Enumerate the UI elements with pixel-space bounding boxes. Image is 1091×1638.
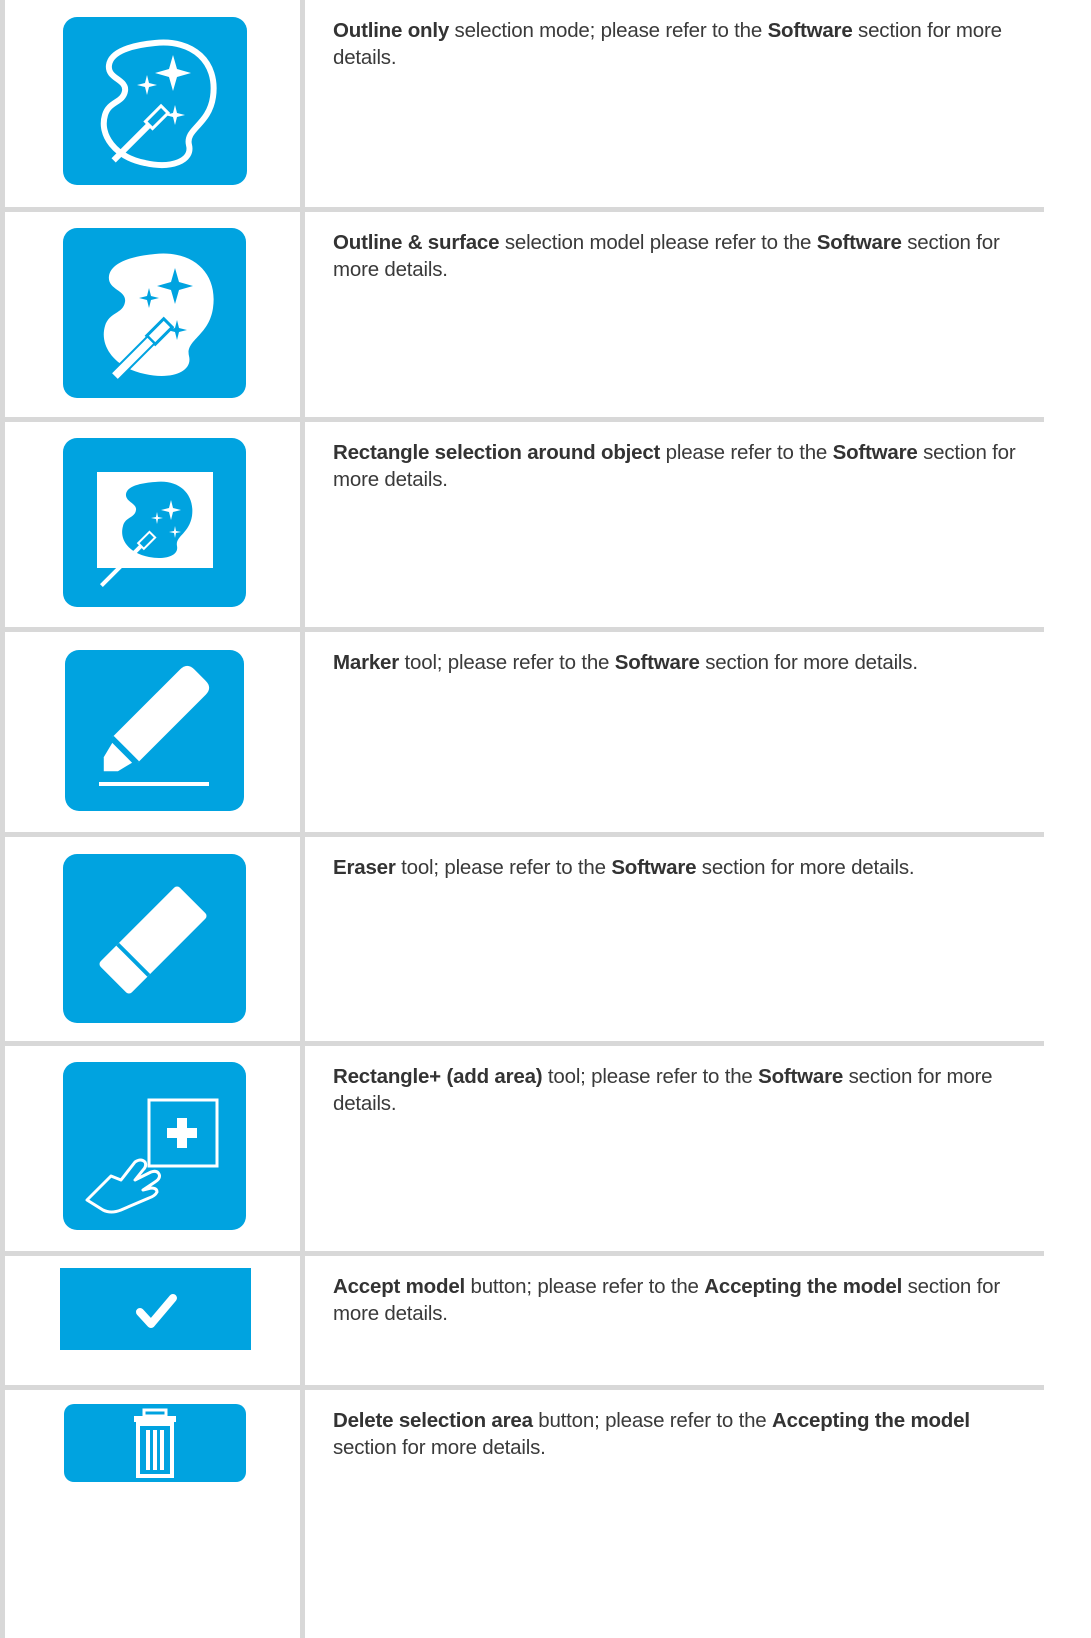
description-text: tool; please refer to the xyxy=(399,651,615,674)
rectangle-plus-icon xyxy=(63,1062,246,1230)
description-text: section for more details. xyxy=(696,856,915,879)
row-description: Rectangle selection around object please… xyxy=(333,439,1023,493)
table-row: Rectangle selection around object please… xyxy=(0,422,1044,627)
table-row: Outline only selection mode; please refe… xyxy=(0,0,1044,207)
bold-term: Outline only xyxy=(333,19,450,42)
bold-term: Software xyxy=(816,231,902,254)
bold-term: Software xyxy=(767,19,853,42)
description-text: please refer to the xyxy=(660,441,833,464)
bold-term: Rectangle selection around object xyxy=(333,441,661,464)
table-row: Outline & surface selection model please… xyxy=(0,212,1044,417)
trash-icon xyxy=(64,1404,246,1482)
table-row: Eraser tool; please refer to the Softwar… xyxy=(0,837,1044,1041)
bold-term: Delete selection area xyxy=(333,1409,533,1432)
outline-and-surface-magic-wand-icon xyxy=(63,228,246,398)
bold-term: Accepting the model xyxy=(704,1275,903,1298)
row-description: Rectangle+ (add area) tool; please refer… xyxy=(333,1063,1023,1117)
description-text: selection model please refer to the xyxy=(499,231,817,254)
table-row: Marker tool; please refer to the Softwar… xyxy=(0,632,1044,832)
row-description: Accept model button; please refer to the… xyxy=(333,1273,1023,1327)
outline-only-magic-wand-icon xyxy=(63,17,247,185)
eraser-icon xyxy=(63,854,246,1023)
row-description: Eraser tool; please refer to the Softwar… xyxy=(333,854,1023,881)
bold-term: Software xyxy=(832,441,918,464)
icon-reference-table: Outline only selection mode; please refe… xyxy=(0,0,1044,1638)
description-text: tool; please refer to the xyxy=(395,856,612,879)
description-text: button; please refer to the xyxy=(532,1409,773,1432)
bold-term: Rectangle+ (add area) xyxy=(333,1065,543,1088)
bold-term: Accept model xyxy=(333,1275,466,1298)
bold-term: Accepting the model xyxy=(772,1409,970,1432)
checkmark-icon xyxy=(60,1268,251,1350)
description-text: selection mode; please refer to the xyxy=(449,19,768,42)
bold-term: Software xyxy=(614,651,700,674)
description-text: button; please refer to the xyxy=(465,1275,705,1298)
bold-term: Outline & surface xyxy=(333,231,500,254)
description-text: section for more details. xyxy=(699,651,918,674)
row-description: Outline only selection mode; please refe… xyxy=(333,17,1023,71)
row-description: Marker tool; please refer to the Softwar… xyxy=(333,649,1023,676)
bold-term: Software xyxy=(758,1065,844,1088)
row-description: Delete selection area button; please ref… xyxy=(333,1407,1023,1461)
table-row: Rectangle+ (add area) tool; please refer… xyxy=(0,1046,1044,1251)
bold-term: Software xyxy=(611,856,697,879)
rectangle-selection-icon xyxy=(63,438,246,607)
bold-term: Eraser xyxy=(333,856,396,879)
description-text: tool; please refer to the xyxy=(542,1065,759,1088)
table-row: Accept model button; please refer to the… xyxy=(0,1256,1044,1385)
marker-icon xyxy=(65,650,244,811)
table-row: Delete selection area button; please ref… xyxy=(0,1390,1044,1638)
bold-term: Marker xyxy=(333,651,400,674)
row-description: Outline & surface selection model please… xyxy=(333,229,1023,283)
description-text: section for more details. xyxy=(333,1436,546,1459)
